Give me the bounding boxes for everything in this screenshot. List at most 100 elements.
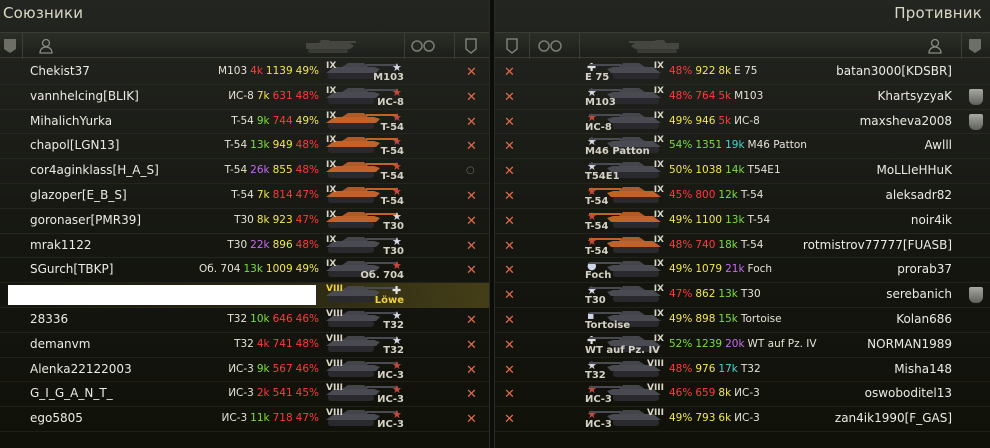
player-name[interactable]: ego5805 — [30, 411, 83, 425]
player-row[interactable]: ✕ ★ IX T-54 45% 800 12k T-54 aleksadr82 — [495, 184, 990, 209]
player-name[interactable]: SGurch[TBKP] — [30, 262, 113, 276]
player-name[interactable]: maxsheva2008 — [860, 114, 952, 128]
battles-count: 4k — [256, 337, 270, 350]
tank-label: Об. 704 — [360, 270, 404, 282]
player-row[interactable]: ✕ ★ IX T-54 48% 740 18k T-54 rotmistrov77777[FUA… — [495, 234, 990, 259]
player-row[interactable]: SGurch[TBKP] Об. 704 13k 1009 49% IX ★ Об. 704 ✕ — [0, 258, 489, 284]
player-row[interactable]: ✕ ● IX Foch 49% 1079 21k Foch prorab37 — [495, 258, 990, 284]
player-column-icon[interactable] — [925, 36, 945, 56]
destroyed-icon: ✕ — [466, 213, 477, 229]
tank-label: ИС-3 — [377, 369, 404, 381]
status-column-icon[interactable] — [501, 36, 523, 56]
player-name[interactable]: Awlll — [924, 138, 952, 152]
player-name[interactable]: chapol[LGN13] — [30, 138, 119, 152]
player-name[interactable]: NORMAN1989 — [867, 337, 952, 351]
player-name[interactable]: glazoper[E_B_S] — [30, 188, 127, 202]
player-row[interactable]: ✕ ✚ IX WT auf Pz. IV 52% 1239 20k WT auf Pz. IV… — [495, 333, 990, 358]
player-row[interactable]: ego5805 ИС-3 11k 718 47% VIII ★ ИС-3 ✕ — [0, 407, 489, 432]
player-row[interactable]: ✕ ★ VIII T32 48% 976 17k T32 Misha148 — [495, 358, 990, 383]
frags-column-icon[interactable] — [408, 36, 438, 56]
vehicle-column-icon[interactable] — [300, 36, 360, 56]
player-stats: T-54 7k 814 47% — [231, 189, 319, 201]
vehicle-name: WT auf Pz. IV — [747, 337, 817, 350]
battles-count: 26k — [250, 164, 270, 177]
clan-badge-icon — [969, 113, 983, 130]
player-name[interactable]: zan4ik1990[F_GAS] — [835, 411, 952, 425]
efficiency-rating: 740 — [695, 238, 716, 251]
battles-count: 7k — [256, 188, 270, 201]
player-row[interactable]: ✕ ★ IX T-54 49% 1100 13k T-54 noir4ik — [495, 209, 990, 234]
player-row[interactable]: mrak1122 T30 22k 896 48% IX ★ T30 ✕ — [0, 234, 489, 259]
player-row[interactable]: Chekist37 M103 4k 1139 49% IX ★ M103 ✕ — [0, 60, 489, 85]
player-name[interactable]: batan3000[KDSBR] — [836, 64, 952, 78]
player-stats: ИС-3 11k 718 47% — [222, 412, 320, 424]
player-name[interactable]: demanvm — [30, 337, 90, 351]
player-row[interactable]: vannhelcing[BLIK] ИС-8 7k 631 48% IX ★ ИС-8 ✕ — [0, 85, 489, 110]
player-name[interactable]: oswoboditel13 — [865, 386, 952, 400]
player-row[interactable]: ✕ ★ VIII ИС-3 46% 659 8k ИС-3 oswoboditel13 — [495, 382, 990, 408]
status-column-icon[interactable] — [460, 36, 482, 56]
player-row[interactable]: MihalichYurka T-54 9k 744 49% IX ★ T-54 ✕ — [0, 110, 489, 135]
vehicle-column-icon[interactable] — [625, 36, 685, 56]
player-name[interactable]: goronaser[PMR39] — [30, 213, 141, 227]
player-row[interactable]: G_I_G_A_N_T_ ИС-3 2k 541 45% VIII ★ ИС-3 ✕ — [0, 382, 489, 408]
player-row[interactable]: ✕ ▪ IX Tortoise 49% 898 15k Tortoise Kolan686 — [495, 308, 990, 333]
player-name[interactable]: mrak1122 — [30, 238, 91, 252]
efficiency-rating: 567 — [272, 362, 293, 375]
player-name[interactable]: G_I_G_A_N_T_ — [30, 386, 113, 400]
destroyed-icon: ✕ — [504, 114, 515, 130]
vehicle-name: M103 — [218, 65, 248, 77]
player-row[interactable]: 28336 T32 10k 646 46% VIII ★ T32 ✕ — [0, 308, 489, 333]
player-column-icon[interactable] — [36, 36, 56, 56]
tier-label: IX — [653, 110, 664, 121]
player-name[interactable]: Kolan686 — [896, 312, 952, 326]
player-name[interactable]: Misha148 — [894, 362, 952, 376]
enemies-title: Противник — [894, 4, 982, 22]
battles-count: 13k — [718, 288, 738, 301]
badge-column-icon[interactable] — [0, 36, 20, 56]
battles-count: 18k — [718, 238, 738, 251]
destroyed-icon: ✕ — [466, 263, 477, 279]
vehicle-name: M103 — [734, 89, 764, 102]
player-name[interactable]: prorab37 — [897, 262, 952, 276]
tier-label: IX — [326, 234, 337, 245]
player-name[interactable]: rotmistrov77777[FUASB] — [803, 238, 952, 252]
player-row[interactable]: Alenka22122003 ИС-3 9k 567 46% VIII ★ ИС-3 ✕ — [0, 358, 489, 383]
player-row[interactable]: demanvm T32 4k 741 48% VIII ★ T32 ✕ — [0, 333, 489, 358]
player-row[interactable]: ✕ ★ IX ИС-8 49% 946 5k ИС-8 maxsheva2008 — [495, 110, 990, 135]
player-row[interactable]: VIII ✚ Löwe — [0, 283, 489, 308]
player-name[interactable]: Chekist37 — [30, 64, 90, 78]
destroyed-icon: ✕ — [504, 139, 515, 155]
player-row[interactable]: goronaser[PMR39] T30 8k 923 47% IX ★ T30 ✕ — [0, 209, 489, 234]
player-row[interactable]: cor4aginklass[H_A_S] T-54 26k 855 48% IX ★ T-54… — [0, 159, 489, 184]
player-name[interactable]: Alenka22122003 — [30, 362, 132, 376]
win-rate: 47% — [669, 288, 693, 301]
player-name[interactable]: vannhelcing[BLIK] — [30, 89, 139, 103]
destroyed-icon: ✕ — [466, 188, 477, 204]
frags-column-icon[interactable] — [535, 36, 565, 56]
efficiency-rating: 1009 — [265, 263, 293, 276]
player-name[interactable]: aleksadr82 — [886, 188, 952, 202]
win-rate: 48% — [295, 164, 319, 177]
player-row[interactable]: ✕ ★ VIII ИС-3 49% 793 6k ИС-3 zan4ik1990[F_GAS] — [495, 407, 990, 432]
player-row[interactable]: ✕ ★ IX T30 47% 862 13k T30 serebanich — [495, 283, 990, 308]
player-name[interactable]: KhartsyzyaK — [878, 89, 952, 103]
player-row[interactable]: chapol[LGN13] T-54 13k 949 48% IX ★ T-54 ✕ — [0, 134, 489, 160]
player-row[interactable]: glazoper[E_B_S] T-54 7k 814 47% IX ★ T-54 ✕ — [0, 184, 489, 209]
player-name[interactable]: cor4aginklass[H_A_S] — [30, 163, 159, 177]
vehicle-name: T54E1 — [747, 164, 781, 177]
player-row[interactable]: ✕ ✚ IX E 75 48% 922 8k E 75 batan3000[KDSBR] — [495, 60, 990, 85]
player-row[interactable]: ✕ ★ IX M103 48% 764 5k M103 KhartsyzyaK — [495, 85, 990, 110]
player-name[interactable]: 28336 — [30, 312, 68, 326]
player-name[interactable]: MoLLIeHHuK — [876, 163, 952, 177]
vehicle-name: T-54 — [231, 188, 254, 201]
tier-label: VIII — [326, 284, 344, 295]
player-name[interactable]: MihalichYurka — [30, 114, 112, 128]
player-name[interactable]: serebanich — [886, 287, 952, 301]
enemies-list: ✕ ✚ IX E 75 48% 922 8k E 75 batan3000[KDSBR] ✕ ★ IX… — [495, 60, 990, 432]
player-row[interactable]: ✕ ★ IX M46 Patton 54% 1351 19k M46 Patton Awlll — [495, 134, 990, 160]
battles-count: 7k — [256, 89, 270, 102]
badge-column-icon[interactable] — [965, 36, 985, 56]
player-name[interactable]: noir4ik — [911, 213, 952, 227]
player-row[interactable]: ✕ ★ IX T54E1 50% 1038 14k T54E1 MoLLIeHHuK — [495, 159, 990, 184]
